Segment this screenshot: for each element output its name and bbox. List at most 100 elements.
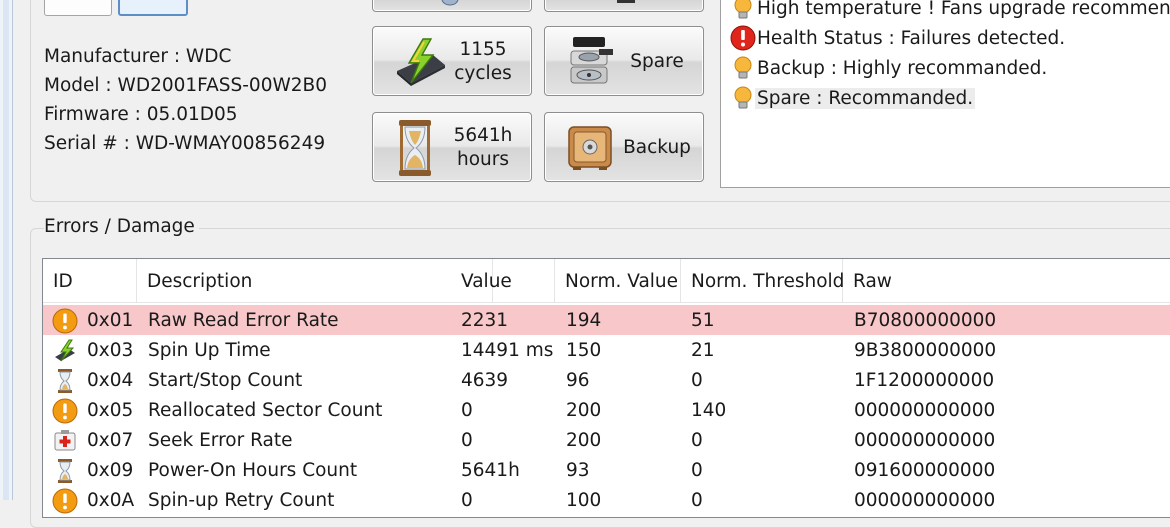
cell-value: 0 — [461, 490, 473, 511]
spare-label: Spare — [630, 51, 684, 72]
safe-icon — [567, 125, 613, 171]
performance-button[interactable] — [544, 0, 704, 12]
cell-raw: 000000000000 — [854, 400, 996, 421]
cell-raw: 091600000000 — [854, 460, 996, 481]
backup-button[interactable]: Backup — [544, 112, 704, 182]
cell-description: Power-On Hours Count — [148, 460, 358, 481]
hours-value: 5641h — [453, 125, 513, 146]
cell-norm-value: 194 — [566, 310, 602, 331]
cell-id: 0x07 — [87, 430, 134, 451]
spin-icon — [52, 338, 78, 364]
cell-raw: 000000000000 — [854, 490, 996, 511]
event-item[interactable]: Health Status : Failures detected. — [729, 23, 1170, 53]
hourglass-icon — [52, 458, 78, 484]
event-text: High temperature ! Fans upgrade recommen… — [757, 0, 1170, 19]
window-left-border — [0, 0, 13, 500]
cell-norm-value: 200 — [566, 400, 602, 421]
cell-value: 4639 — [461, 370, 509, 391]
cell-value: 0 — [461, 400, 473, 421]
bulb-icon — [729, 84, 757, 112]
cell-id: 0x03 — [87, 340, 134, 361]
table-row[interactable]: 0x09 Power-On Hours Count 5641h 93 0 091… — [43, 455, 1170, 485]
drive-manufacturer: Manufacturer : WDC — [44, 46, 232, 67]
cycles-unit: cycles — [454, 63, 512, 84]
cell-norm-value: 96 — [566, 370, 590, 391]
drive-model: Model : WD2001FASS-00W2B0 — [44, 75, 327, 96]
drive-serial: Serial # : WD-WMAY00856249 — [44, 133, 326, 154]
cell-id: 0x01 — [87, 310, 134, 331]
bulb-icon — [729, 0, 757, 22]
table-row[interactable]: 0x04 Start/Stop Count 4639 96 0 1F120000… — [43, 365, 1170, 395]
cell-norm-threshold: 0 — [691, 460, 703, 481]
drive-selector-tile-active[interactable] — [118, 0, 188, 16]
power-cycles-button[interactable]: 1155 cycles — [372, 26, 532, 96]
column-header-norm-value[interactable]: Norm. Value — [555, 259, 681, 303]
drive-icon — [613, 0, 639, 7]
cell-norm-threshold: 0 — [691, 430, 703, 451]
backup-label: Backup — [623, 137, 691, 158]
smart-attributes-table[interactable]: ID Description Value Norm. Value Norm. T… — [42, 258, 1170, 518]
cell-description: Reallocated Sector Count — [148, 400, 383, 421]
column-header-id[interactable]: ID — [43, 259, 137, 303]
cell-norm-threshold: 21 — [691, 340, 715, 361]
cell-norm-threshold: 140 — [691, 400, 727, 421]
drive-info: Manufacturer : WDC Model : WD2001FASS-00… — [44, 42, 327, 158]
cell-norm-value: 93 — [566, 460, 590, 481]
hourglass-icon — [395, 119, 435, 177]
cell-norm-threshold: 0 — [691, 370, 703, 391]
table-header: ID Description Value Norm. Value Norm. T… — [43, 259, 1170, 303]
spare-drive-icon — [569, 35, 619, 89]
event-text: Health Status : Failures detected. — [757, 27, 1066, 49]
hourglass-icon — [52, 368, 78, 394]
column-header-value[interactable]: Value — [451, 259, 555, 303]
cell-description: Raw Read Error Rate — [148, 310, 339, 331]
cell-description: Start/Stop Count — [148, 370, 303, 391]
hours-unit: hours — [456, 149, 509, 170]
temperature-button[interactable] — [372, 0, 532, 12]
cell-id: 0x0A — [87, 490, 135, 511]
lightning-disk-icon — [391, 37, 447, 87]
table-row[interactable]: 0x07 Seek Error Rate 0 200 0 00000000000… — [43, 425, 1170, 455]
event-text: Backup : Highly recommanded. — [757, 57, 1048, 79]
cycles-value: 1155 — [459, 39, 507, 60]
cell-description: Spin-up Retry Count — [148, 490, 335, 511]
column-header-description[interactable]: Description — [137, 259, 493, 303]
cell-description: Seek Error Rate — [148, 430, 293, 451]
errors-group-title: Errors / Damage — [44, 216, 199, 237]
cell-id: 0x05 — [87, 400, 134, 421]
health-events-list[interactable]: High temperature ! Fans upgrade recommen… — [720, 0, 1170, 188]
spare-button[interactable]: Spare — [544, 26, 704, 96]
cell-norm-value: 150 — [566, 340, 602, 361]
cell-raw: 1F1200000000 — [854, 370, 995, 391]
medkit-icon — [52, 428, 78, 454]
cell-value: 5641h — [461, 460, 520, 481]
bulb-icon — [729, 54, 757, 82]
table-row[interactable]: 0x05 Reallocated Sector Count 0 200 140 … — [43, 395, 1170, 425]
cell-id: 0x09 — [87, 460, 134, 481]
error-icon — [729, 24, 757, 52]
event-text: Spare : Recommanded. — [755, 87, 976, 109]
column-header-raw[interactable]: Raw — [843, 259, 1170, 303]
warning-icon — [52, 308, 78, 334]
column-header-norm-threshold[interactable]: Norm. Threshold — [681, 259, 844, 303]
table-row[interactable]: 0x01 Raw Read Error Rate 2231 194 51 B70… — [43, 305, 1170, 335]
cell-raw: 000000000000 — [854, 430, 996, 451]
cell-norm-value: 200 — [566, 430, 602, 451]
cell-value: 14491 ms — [461, 340, 554, 361]
cell-norm-threshold: 51 — [691, 310, 715, 331]
warning-icon — [52, 398, 78, 424]
power-on-hours-button[interactable]: 5641h hours — [372, 112, 532, 182]
cell-value: 0 — [461, 430, 473, 451]
cell-norm-value: 100 — [566, 490, 602, 511]
event-item[interactable]: Backup : Highly recommanded. — [729, 53, 1170, 83]
drive-selector-tile[interactable] — [44, 0, 112, 16]
event-item[interactable]: High temperature ! Fans upgrade recommen… — [729, 0, 1170, 23]
table-row[interactable]: 0x03 Spin Up Time 14491 ms 150 21 9B3800… — [43, 335, 1170, 365]
event-item[interactable]: Spare : Recommanded. — [729, 83, 1170, 113]
cell-description: Spin Up Time — [148, 340, 271, 361]
cell-value: 2231 — [461, 310, 509, 331]
cell-raw: B70800000000 — [854, 310, 997, 331]
drive-firmware: Firmware : 05.01D05 — [44, 104, 238, 125]
cell-id: 0x04 — [87, 370, 134, 391]
table-row[interactable]: 0x0A Spin-up Retry Count 0 100 0 0000000… — [43, 485, 1170, 515]
